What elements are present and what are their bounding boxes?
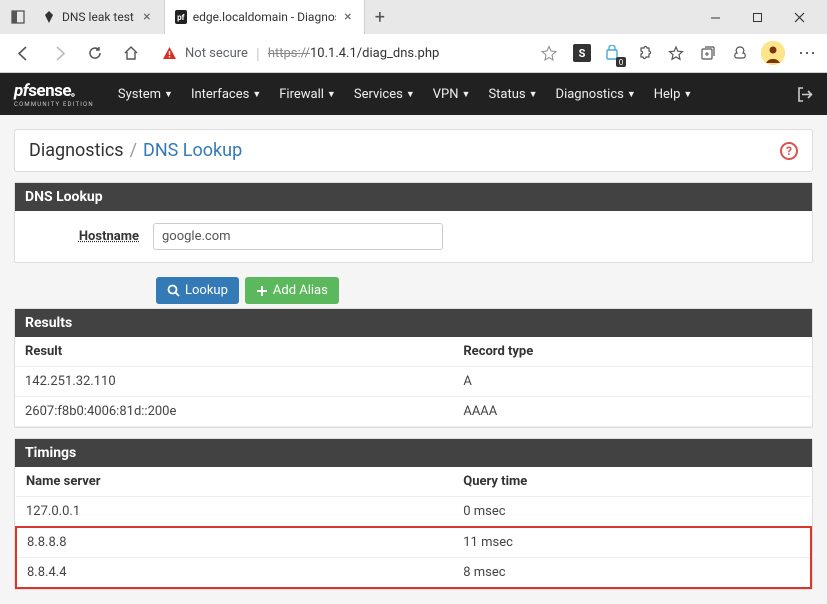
browser-tab-1[interactable]: pf edge.localdomain - Diagnostics × xyxy=(165,0,365,34)
hostname-row: Hostname xyxy=(29,223,798,250)
menu-diagnostics[interactable]: Diagnostics▼ xyxy=(548,81,644,108)
logout-icon[interactable] xyxy=(796,86,813,103)
profile-avatar[interactable] xyxy=(761,41,785,65)
dns-lookup-panel: DNS Lookup Hostname xyxy=(14,182,813,263)
pfsense-menu: System▼ Interfaces▼ Firewall▼ Services▼ … xyxy=(110,81,700,108)
results-table: Result Record type 142.251.32.110 A 2607… xyxy=(15,337,812,427)
table-row: 8.8.8.8 11 msec xyxy=(16,527,811,558)
action-buttons: Lookup Add Alias xyxy=(14,273,813,308)
tab-title-0: DNS leak test xyxy=(62,10,134,24)
menu-status[interactable]: Status▼ xyxy=(480,81,545,108)
not-secure-label: Not secure xyxy=(185,46,248,61)
timings-th-qt: Query time xyxy=(453,467,811,497)
window-controls xyxy=(701,3,823,31)
plus-icon xyxy=(256,285,268,297)
search-icon xyxy=(167,284,180,297)
pfsense-navbar: pfsense。 COMMUNITY EDITION System▼ Inter… xyxy=(0,73,827,115)
hostname-input[interactable] xyxy=(153,223,443,250)
collections-icon[interactable] xyxy=(697,42,719,64)
refresh-button[interactable] xyxy=(80,38,110,68)
table-row: 127.0.0.1 0 msec xyxy=(16,497,811,528)
tabs-row: DNS leak test × pf edge.localdomain - Di… xyxy=(0,0,827,34)
lookup-button[interactable]: Lookup xyxy=(156,277,239,304)
timings-panel: Timings Name server Query time 127.0.0.1… xyxy=(14,438,813,590)
menu-interfaces[interactable]: Interfaces▼ xyxy=(183,81,269,108)
help-icon[interactable]: ? xyxy=(780,142,798,160)
breadcrumb-current[interactable]: DNS Lookup xyxy=(143,140,242,161)
forward-button[interactable] xyxy=(44,38,74,68)
add-alias-button[interactable]: Add Alias xyxy=(245,277,339,304)
browser-toolbar: Not secure | https://10.1.4.1/diag_dns.p… xyxy=(0,34,827,72)
extension-icons: S 0 ⋯ xyxy=(573,41,819,65)
tab-favicon-0 xyxy=(42,10,56,24)
star-icon[interactable] xyxy=(541,45,557,61)
timings-table: Name server Query time 127.0.0.1 0 msec … xyxy=(15,467,812,589)
table-row: 142.251.32.110 A xyxy=(15,367,812,397)
results-header: Results xyxy=(15,309,812,337)
extensions-icon[interactable] xyxy=(633,42,655,64)
timings-header: Timings xyxy=(15,439,812,467)
breadcrumb-root[interactable]: Diagnostics xyxy=(29,140,124,161)
new-tab-button[interactable]: + xyxy=(365,2,395,32)
menu-help[interactable]: Help▼ xyxy=(646,81,701,108)
maximize-button[interactable] xyxy=(743,3,771,31)
browser-tab-0[interactable]: DNS leak test × xyxy=(32,0,165,34)
menu-services[interactable]: Services▼ xyxy=(346,81,423,108)
breadcrumb: Diagnostics / DNS Lookup ? xyxy=(14,129,813,172)
more-menu-icon[interactable]: ⋯ xyxy=(795,43,819,64)
tab-favicon-1: pf xyxy=(175,10,187,24)
hostname-label: Hostname xyxy=(29,229,139,244)
url-text: https://10.1.4.1/diag_dns.php xyxy=(268,46,439,61)
breadcrumb-separator: / xyxy=(130,140,137,161)
close-window-button[interactable] xyxy=(785,3,813,31)
tab-close-0[interactable]: × xyxy=(140,10,154,24)
minimize-button[interactable] xyxy=(701,3,729,31)
browser-chrome: DNS leak test × pf edge.localdomain - Di… xyxy=(0,0,827,73)
address-bar[interactable]: Not secure | https://10.1.4.1/diag_dns.p… xyxy=(152,40,567,67)
menu-system[interactable]: System▼ xyxy=(110,81,181,108)
not-secure-icon xyxy=(162,46,177,61)
results-th-result: Result xyxy=(15,337,453,367)
ext-icon-shop[interactable]: 0 xyxy=(601,42,623,64)
tab-actions-button[interactable] xyxy=(4,3,32,31)
results-th-type: Record type xyxy=(453,337,812,367)
ext-icon-s[interactable]: S xyxy=(573,44,591,62)
pfsense-logo[interactable]: pfsense。 COMMUNITY EDITION xyxy=(14,81,94,108)
tab-title-1: edge.localdomain - Diagnostics xyxy=(193,10,336,24)
menu-vpn[interactable]: VPN▼ xyxy=(425,81,479,108)
favorites-icon[interactable] xyxy=(665,42,687,64)
table-row: 2607:f8b0:4006:81d::200e AAAA xyxy=(15,397,812,427)
results-panel: Results Result Record type 142.251.32.11… xyxy=(14,308,813,428)
menu-firewall[interactable]: Firewall▼ xyxy=(271,81,344,108)
timings-th-ns: Name server xyxy=(16,467,453,497)
page-content: Diagnostics / DNS Lookup ? DNS Lookup Ho… xyxy=(0,115,827,604)
table-row: 8.8.4.4 8 msec xyxy=(16,558,811,589)
dns-lookup-header: DNS Lookup xyxy=(15,183,812,211)
highlighted-rows: 8.8.8.8 11 msec 8.8.4.4 8 msec xyxy=(16,527,811,588)
browser-essentials-icon[interactable] xyxy=(729,42,751,64)
tab-close-1[interactable]: × xyxy=(342,10,354,24)
home-button[interactable] xyxy=(116,38,146,68)
back-button[interactable] xyxy=(8,38,38,68)
